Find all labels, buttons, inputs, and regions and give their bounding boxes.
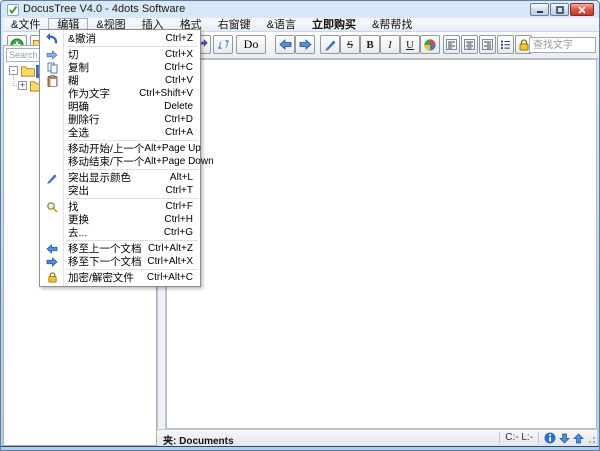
paste-icon — [44, 75, 60, 87]
menubar-item-rightpane[interactable]: 右窗键 — [210, 18, 259, 32]
align-center-button[interactable] — [461, 35, 478, 54]
next-doc-icon — [44, 256, 60, 268]
find-icon — [44, 201, 60, 213]
underline-glyph: U — [406, 39, 414, 51]
italic-button[interactable]: I — [380, 35, 400, 54]
menu-separator — [66, 198, 198, 199]
menu-item-undo[interactable]: &撤消 Ctrl+Z — [40, 32, 200, 45]
align-right-button[interactable] — [479, 35, 496, 54]
bullet-list-icon — [500, 39, 511, 50]
arrow-up-icon — [573, 433, 584, 444]
bullet-list-button[interactable] — [497, 35, 514, 54]
collapse-box[interactable]: - — [9, 66, 18, 75]
info-icon — [544, 432, 556, 444]
app-window: DocusTree V4.0 - 4dots Software &文件 编辑 &… — [0, 0, 600, 451]
menu-item-select-all[interactable]: 全选 Ctrl+A — [40, 126, 200, 139]
menu-item-find[interactable]: 找 Ctrl+F — [40, 200, 200, 213]
menubar-item-language[interactable]: &语言 — [259, 18, 304, 32]
find-text-input[interactable] — [529, 37, 596, 53]
color-wheel-icon — [424, 39, 436, 51]
info-button[interactable] — [543, 431, 557, 445]
bold-glyph: B — [366, 39, 373, 51]
copy-icon — [44, 62, 60, 74]
menu-item-highlight[interactable]: 突出 Ctrl+T — [40, 184, 200, 197]
menu-item-clear[interactable]: 明确 Delete — [40, 100, 200, 113]
underline-button[interactable]: U — [400, 35, 420, 54]
font-color-button[interactable] — [420, 35, 440, 54]
maximize-button[interactable] — [550, 3, 569, 16]
status-folder-label: 夹: Documents — [163, 432, 234, 447]
app-icon — [7, 4, 19, 16]
menu-item-highlight-color[interactable]: 突出显示颜色 Alt+L — [40, 171, 200, 184]
highlight-color-button[interactable] — [320, 35, 340, 54]
align-left-button[interactable] — [443, 35, 460, 54]
refresh-icon — [217, 38, 230, 51]
menu-item-move-end-next[interactable]: 移动结束/下一个 Alt+Page Down — [40, 155, 200, 168]
arrow-right-icon — [299, 39, 312, 50]
align-left-icon — [446, 39, 457, 50]
arrow-left-icon — [279, 39, 292, 50]
strikethrough-button[interactable]: S — [340, 35, 360, 54]
lock-icon — [518, 39, 530, 51]
menu-item-replace[interactable]: 更换 Ctrl+H — [40, 213, 200, 226]
do-button[interactable]: Do — [236, 35, 266, 54]
edit-menu-dropdown: &撤消 Ctrl+Z 切 Ctrl+X 复制 Ctrl+C 糊 Ctrl+V 作… — [39, 29, 201, 287]
window-bottom-edge — [1, 446, 600, 447]
minimize-button[interactable] — [530, 3, 549, 16]
bold-button[interactable]: B — [360, 35, 380, 54]
expand-box[interactable]: + — [18, 81, 27, 90]
close-button[interactable] — [570, 3, 594, 16]
title-bar[interactable]: DocusTree V4.0 - 4dots Software — [1, 1, 599, 18]
resize-grip[interactable] — [588, 436, 596, 444]
italic-glyph: I — [388, 39, 392, 51]
align-center-icon — [464, 39, 475, 50]
menubar-item-help[interactable]: &帮帮找 — [364, 18, 420, 32]
status-counters-label: C:- L:- — [499, 432, 539, 443]
menu-item-delete-line[interactable]: 删除行 Ctrl+D — [40, 113, 200, 126]
editor-area[interactable] — [166, 59, 597, 429]
arrow-down-icon — [559, 433, 570, 444]
menu-item-copy[interactable]: 复制 Ctrl+C — [40, 61, 200, 74]
move-down-button[interactable] — [557, 431, 571, 445]
status-bar: 夹: Documents C:- L:- — [157, 429, 597, 446]
window-title: DocusTree V4.0 - 4dots Software — [23, 3, 185, 15]
menu-separator — [66, 46, 198, 47]
forward-button[interactable] — [295, 35, 315, 54]
menu-item-cut[interactable]: 切 Ctrl+X — [40, 48, 200, 61]
pen-icon — [324, 38, 337, 51]
undo-icon — [44, 33, 60, 45]
cut-icon — [44, 49, 60, 61]
menu-item-next-document[interactable]: 移至下一个文档 Ctrl+Alt+X — [40, 255, 200, 268]
menu-item-goto[interactable]: 去... Ctrl+G — [40, 226, 200, 239]
menu-item-encrypt-decrypt[interactable]: 加密/解密文件 Ctrl+Alt+C — [40, 271, 200, 284]
menu-item-paste[interactable]: 糊 Ctrl+V — [40, 74, 200, 87]
menu-item-paste-as-text[interactable]: 作为文字 Ctrl+Shift+V — [40, 87, 200, 100]
align-right-icon — [482, 39, 493, 50]
back-button[interactable] — [275, 35, 295, 54]
refresh-button[interactable] — [213, 35, 233, 54]
strikethrough-glyph: S — [347, 39, 353, 51]
folder-icon — [21, 65, 35, 77]
prev-doc-icon — [44, 243, 60, 255]
move-up-button[interactable] — [571, 431, 585, 445]
highlight-pen-icon — [44, 172, 60, 184]
lock-icon — [44, 272, 60, 284]
menubar-item-buy-now[interactable]: 立即购买 — [304, 18, 364, 32]
